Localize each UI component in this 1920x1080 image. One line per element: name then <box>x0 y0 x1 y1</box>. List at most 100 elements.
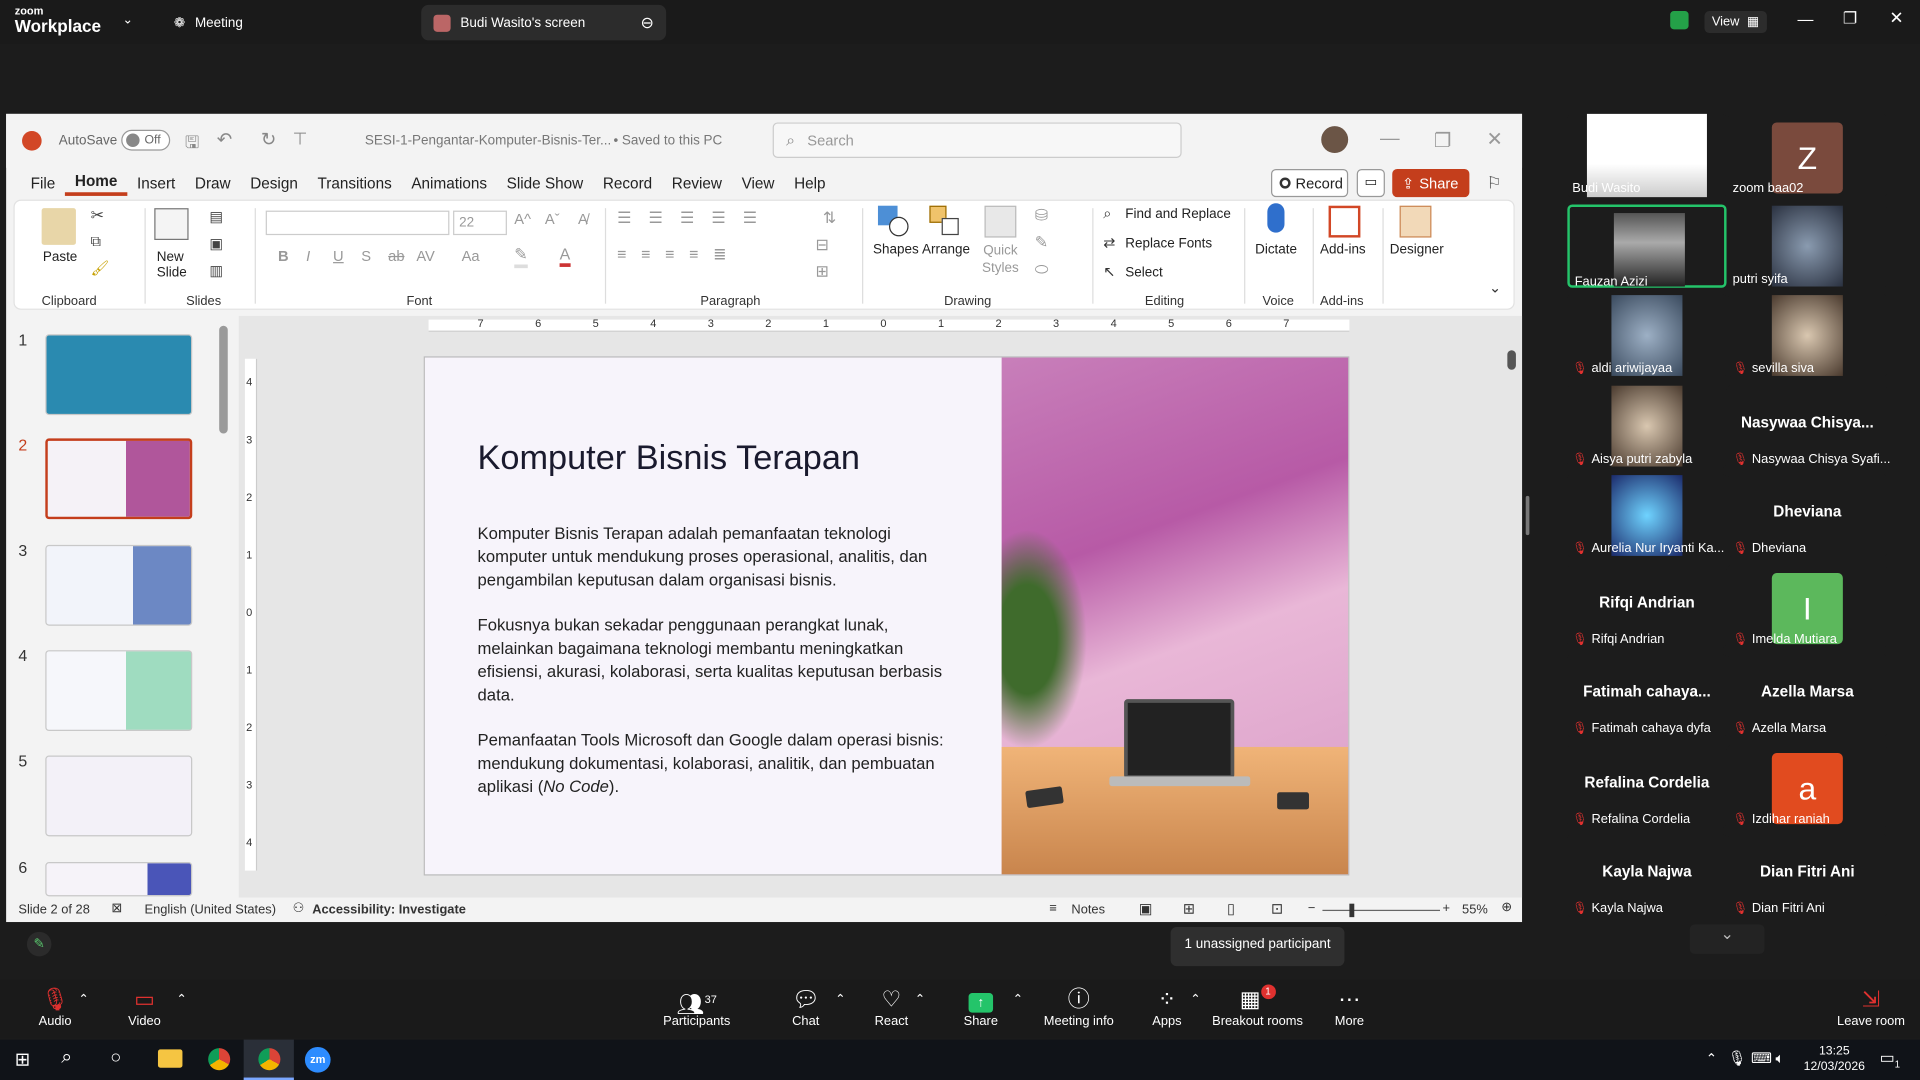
tab-transitions[interactable]: Transitions <box>308 175 402 192</box>
tab-insert[interactable]: Insert <box>127 175 185 192</box>
slide-paragraph-1[interactable]: Komputer Bisnis Terapan adalah pemanfaat… <box>478 522 956 592</box>
tab-meeting[interactable]: ❁ Meeting <box>162 5 256 41</box>
layout-icon[interactable]: ▤ <box>209 208 223 225</box>
slide-thumbnail-1[interactable] <box>45 334 193 416</box>
tab-design[interactable]: Design <box>240 175 307 192</box>
slide-thumbnail-2[interactable] <box>45 438 193 520</box>
zoom-slider[interactable] <box>1322 909 1441 912</box>
tab-view[interactable]: View <box>732 175 785 192</box>
participant-tile[interactable]: Rifqi Andrian 🎙︎ Rifqi Andrian <box>1567 563 1727 648</box>
alignment-icons[interactable]: ≡≡≡≡≣ <box>617 245 741 265</box>
apps-options-chevron-icon[interactable]: ⌃ <box>1190 993 1200 1006</box>
screen-options-icon[interactable]: ⊖ <box>641 13 654 33</box>
share-options-chevron-icon[interactable]: ⌃ <box>1013 993 1023 1006</box>
search-box[interactable]: ⌕ Search <box>772 122 1182 158</box>
spellcheck-icon[interactable]: ⊠ <box>111 901 122 916</box>
slide-paragraph-3[interactable]: Pemanfaatan Tools Microsoft dan Google d… <box>478 729 956 799</box>
windows-start-icon[interactable]: ⊞ <box>15 1048 30 1070</box>
redo-icon[interactable]: ↻ <box>261 129 276 151</box>
minimize-icon[interactable]: — <box>1798 10 1814 28</box>
normal-view-icon[interactable]: ▣ <box>1139 900 1153 917</box>
audio-options-chevron-icon[interactable]: ⌃ <box>78 993 88 1006</box>
replace-fonts-button[interactable]: Replace Fonts <box>1125 236 1212 251</box>
reading-view-icon[interactable]: ▯ <box>1227 900 1235 917</box>
participant-tile[interactable]: Dian Fitri Ani 🎙︎ Dian Fitri Ani <box>1727 833 1887 918</box>
shapes-label[interactable]: Shapes <box>873 242 919 257</box>
shapes-icon[interactable] <box>877 205 910 238</box>
participant-tile[interactable]: putri syifa <box>1727 203 1887 288</box>
slide-thumbnail-5[interactable] <box>45 755 193 837</box>
cut-icon[interactable]: ✂ <box>91 206 104 226</box>
file-explorer-icon[interactable] <box>157 1049 183 1068</box>
collapse-ribbon-icon[interactable]: ⌄ <box>1489 279 1501 296</box>
slideshow-icon[interactable]: ⊡ <box>1271 900 1283 917</box>
smartart-icon[interactable]: ⊞ <box>816 262 829 282</box>
search-taskbar-icon[interactable]: ⌕ <box>61 1047 72 1069</box>
notes-button[interactable]: Notes <box>1071 902 1105 917</box>
tab-home[interactable]: Home <box>65 172 128 196</box>
slide-paragraph-2[interactable]: Fokusnya bukan sekadar penggunaan perang… <box>478 613 956 706</box>
participant-tile[interactable]: 🎙︎ Aisya putri zabyla <box>1567 383 1727 468</box>
zoom-taskbar-icon[interactable]: zm <box>304 1046 331 1073</box>
network-icon[interactable]: ⌨ <box>1751 1049 1772 1066</box>
tab-draw[interactable]: Draw <box>185 175 240 192</box>
ppt-restore-icon[interactable]: ❐ <box>1434 129 1452 153</box>
align-text-icon[interactable]: ⊟ <box>816 235 829 255</box>
participant-tile[interactable]: 🎙︎ aldi ariwijayaa <box>1567 293 1727 378</box>
arrange-label[interactable]: Arrange <box>922 242 970 257</box>
format-painter-icon[interactable]: 🖌 <box>91 260 110 277</box>
zoom-in-icon[interactable]: + <box>1442 901 1450 916</box>
participant-tile[interactable]: Nasywaa Chisya... 🎙︎ Nasywaa Chisya Syafi.… <box>1727 383 1891 468</box>
annotate-icon[interactable]: ✎ <box>26 931 52 957</box>
splitter-handle[interactable] <box>1525 495 1530 536</box>
autosave-toggle[interactable]: Off <box>121 129 171 151</box>
notification-center-icon[interactable]: ▭1 <box>1880 1048 1901 1070</box>
tab-review[interactable]: Review <box>662 175 732 192</box>
participant-tile[interactable]: Fatimah cahaya... 🎙︎ Fatimah cahaya dyfa <box>1567 653 1727 738</box>
participant-tile[interactable]: Budi Wasito <box>1567 113 1727 198</box>
shadow-icon[interactable]: S <box>361 247 371 264</box>
chrome-icon[interactable] <box>208 1048 231 1071</box>
participants-button[interactable]: 👥︎37 Participants <box>642 984 752 1029</box>
change-case-icon[interactable]: Aa <box>462 247 480 264</box>
participant-tile[interactable]: Kayla Najwa 🎙︎ Kayla Najwa <box>1567 833 1727 918</box>
zoom-level[interactable]: 55% <box>1462 902 1488 917</box>
paste-label[interactable]: Paste <box>43 250 77 265</box>
save-icon[interactable]: 🖫 <box>185 130 200 159</box>
microphone-icon[interactable] <box>1267 203 1285 233</box>
tray-overflow-icon[interactable]: ⌃ <box>1706 1051 1717 1067</box>
section-icon[interactable]: ▥ <box>209 262 223 279</box>
user-avatar[interactable] <box>1321 126 1349 154</box>
tab-slide-show[interactable]: Slide Show <box>497 175 593 192</box>
undo-icon[interactable]: ↶ <box>217 129 232 151</box>
fit-slide-icon[interactable]: ⊕ <box>1501 900 1512 915</box>
record-button[interactable]: Record <box>1271 168 1349 198</box>
font-color-icon[interactable]: A <box>559 245 571 267</box>
reset-icon[interactable]: ▣ <box>209 235 223 252</box>
video-options-chevron-icon[interactable]: ⌃ <box>176 993 186 1006</box>
list-indent-icons[interactable]: ☰☰☰☰☰ <box>617 208 774 228</box>
clear-format-icon[interactable]: A̸ <box>578 211 588 228</box>
highlight-icon[interactable]: ✎ <box>514 245 528 269</box>
shape-outline-icon[interactable]: ✎ <box>1035 233 1048 253</box>
editor-scrollbar[interactable] <box>1507 350 1516 370</box>
security-shield-icon[interactable] <box>1670 11 1689 30</box>
thumbnails-scrollbar[interactable] <box>219 325 228 434</box>
slide-sorter-icon[interactable]: ⊞ <box>1183 900 1195 917</box>
close-icon[interactable]: ✕ <box>1889 7 1903 28</box>
gallery-next-icon[interactable]: ⌄ <box>1689 924 1765 954</box>
strikethrough-icon[interactable]: ab <box>388 247 404 264</box>
slide-thumbnail-3[interactable] <box>45 544 193 626</box>
bold-icon[interactable]: B <box>278 247 289 264</box>
shrink-font-icon[interactable]: Aˇ <box>545 211 560 228</box>
participant-tile[interactable]: I 🎙︎ Imelda Mutiara <box>1727 563 1887 648</box>
document-title[interactable]: SESI-1-Pengantar-Komputer-Bisnis-Ter... <box>365 133 611 148</box>
tab-file[interactable]: File <box>6 175 65 192</box>
accessibility-status[interactable]: Accessibility: Investigate <box>312 902 466 917</box>
addins-icon[interactable] <box>1328 205 1361 238</box>
zoom-out-icon[interactable]: − <box>1308 901 1316 916</box>
copy-icon[interactable]: ⧉ <box>91 233 102 251</box>
participant-tile[interactable]: Dheviana 🎙︎ Dheviana <box>1727 473 1887 558</box>
participant-tile[interactable]: 🎙︎ Aurelia Nur Iryanti Ka... <box>1567 473 1727 558</box>
ppt-minimize-icon[interactable]: — <box>1380 129 1400 151</box>
